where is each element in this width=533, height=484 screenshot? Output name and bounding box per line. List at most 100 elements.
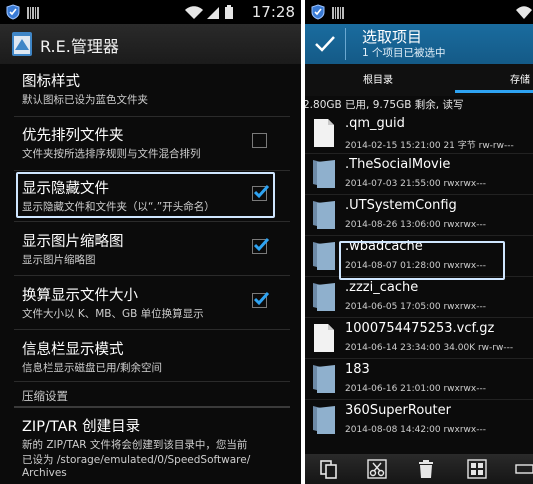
- file-name: .qm_guid: [345, 116, 405, 131]
- file-name: .zzzi_cache: [345, 280, 419, 295]
- app-logo-icon: [10, 30, 36, 62]
- shield-notification-icon: [311, 4, 325, 24]
- file-meta: 2014-07-03 21:55:00 rwxrwx---: [345, 179, 486, 189]
- folders-first-checkbox[interactable]: [252, 133, 267, 148]
- tab-storage[interactable]: 存储: [510, 71, 530, 86]
- delete-icon[interactable]: [417, 459, 435, 483]
- setting-subtitle: 信息栏显示磁盘已用/剩余空间: [22, 362, 163, 374]
- file-meta: 2014-06-05 17:05:00 rwxrwx---: [345, 302, 486, 312]
- setting-title: 显示图片缩略图: [22, 234, 124, 250]
- divider: [305, 317, 533, 318]
- folder-icon: [311, 199, 337, 235]
- status-bar: 17:28: [0, 0, 301, 24]
- list-item[interactable]: .zzzi_cache 2014-06-05 17:05:00 rwxrwx--…: [305, 278, 533, 318]
- list-item[interactable]: 1000754475253.vcf.gz 2014-06-14 23:34:00…: [305, 319, 533, 359]
- file-name: 183: [345, 362, 370, 377]
- separator: [345, 28, 346, 60]
- folder-icon: [311, 281, 337, 317]
- file-meta: 2014-06-16 21:01:00 rwxrwx---: [345, 384, 486, 394]
- setting-title: 换算显示文件大小: [22, 288, 138, 304]
- copy-icon[interactable]: [319, 459, 339, 483]
- setting-info-bar-mode[interactable]: 信息栏显示模式 信息栏显示磁盘已用/剩余空间: [0, 332, 301, 378]
- list-item[interactable]: 183 2014-06-16 21:01:00 rwxrwx---: [305, 360, 533, 400]
- setting-subtitle: 显示图片缩略图: [22, 254, 96, 266]
- file-name: 360SuperRouter: [345, 403, 451, 418]
- section-divider: [14, 406, 290, 408]
- setting-subtitle: 默认图标已设为蓝色文件夹: [22, 94, 148, 106]
- barcode-notification-icon: [26, 5, 40, 24]
- shield-notification-icon: [6, 4, 20, 24]
- tab-bar: 根目录 存储: [305, 64, 533, 96]
- list-item[interactable]: .qm_guid 2014-02-15 15:21:00 21 字节 rw-rw…: [305, 114, 533, 154]
- settings-screen: 17:28 R.E.管理器 图标样式 默认图标已设为蓝色文件夹 优先排列文件夹 …: [0, 0, 301, 484]
- file-meta: 2014-08-26 13:06:00 rwxrwx---: [345, 220, 486, 230]
- setting-subtitle: 文件大小以 K、MB、GB 单位换算显示: [22, 308, 204, 320]
- bottom-action-bar: [305, 454, 533, 484]
- divider: [305, 235, 533, 236]
- file-name: .UTSystemConfig: [345, 198, 457, 213]
- selection-count: 1 个项目已被选中: [362, 47, 446, 59]
- setting-convert-sizes[interactable]: 换算显示文件大小 文件大小以 K、MB、GB 单位换算显示: [0, 278, 301, 324]
- setting-subtitle-line1: 新的 ZIP/TAR 文件将会创建到该目录中，您当前: [22, 439, 248, 451]
- setting-subtitle: 文件夹按所选排序规则与文件混合排列: [22, 148, 201, 160]
- divider: [14, 275, 290, 276]
- storage-info: 2.80GB 已用, 9.75GB 剩余, 读写: [305, 99, 464, 111]
- folder-icon: [311, 158, 337, 194]
- setting-zip-directory[interactable]: ZIP/TAR 创建目录 新的 ZIP/TAR 文件将会创建到该目录中，您当前 …: [0, 410, 301, 482]
- file-icon: [313, 323, 335, 357]
- divider: [305, 399, 533, 400]
- setting-title: ZIP/TAR 创建目录: [22, 419, 141, 435]
- app-title: R.E.管理器: [40, 37, 119, 56]
- file-meta: 2014-02-15 15:21:00 21 字节 rw-rw---: [345, 141, 514, 151]
- selection-action-bar: 选取项目 1 个项目已被选中: [305, 24, 533, 64]
- setting-show-thumbnails[interactable]: 显示图片缩略图 显示图片缩略图: [0, 224, 301, 270]
- tab-root[interactable]: 根目录: [363, 71, 393, 86]
- wifi-icon: [515, 4, 533, 24]
- setting-folders-first[interactable]: 优先排列文件夹 文件夹按所选排序规则与文件混合排列: [0, 119, 301, 165]
- list-item[interactable]: .TheSocialMovie 2014-07-03 21:55:00 rwxr…: [305, 155, 533, 195]
- file-browser-screen: 选取项目 1 个项目已被选中 根目录 存储 2.80GB 已用, 9.75GB …: [305, 0, 533, 484]
- show-thumbnails-checkbox[interactable]: [252, 237, 270, 254]
- divider: [305, 194, 533, 195]
- setting-subtitle-line2: 已设为 /storage/emulated/0/SpeedSoftware/: [22, 454, 251, 466]
- section-header-compression: 压缩设置: [22, 389, 68, 403]
- divider: [14, 221, 290, 222]
- folder-icon: [311, 363, 337, 399]
- grid-view-icon[interactable]: [467, 459, 487, 483]
- done-check-icon[interactable]: [313, 32, 337, 60]
- app-bar: R.E.管理器: [0, 24, 301, 64]
- list-item[interactable]: 360SuperRouter 2014-08-08 14:42:00 rwxrw…: [305, 401, 533, 441]
- folder-icon: [311, 240, 337, 276]
- list-item[interactable]: .UTSystemConfig 2014-08-26 13:06:00 rwxr…: [305, 196, 533, 236]
- divider: [14, 116, 290, 117]
- storage-info-bar: 2.80GB 已用, 9.75GB 剩余, 读写: [305, 96, 533, 114]
- divider: [14, 329, 290, 330]
- selection-title: 选取项目: [362, 28, 423, 46]
- check-mark-icon: [253, 237, 270, 252]
- file-name: .TheSocialMovie: [345, 157, 451, 172]
- setting-title: 图标样式: [22, 74, 80, 90]
- setting-subtitle-line3: Archives: [22, 467, 67, 479]
- divider: [14, 170, 290, 171]
- divider: [305, 153, 533, 154]
- divider: [305, 358, 533, 359]
- status-bar: [305, 0, 533, 24]
- folder-icon: [311, 404, 337, 440]
- setting-title: 优先排列文件夹: [22, 128, 124, 144]
- status-time: 17:28: [251, 3, 295, 21]
- signal-icons: [183, 4, 239, 24]
- file-meta: 2014-08-08 14:42:00 rwxrwx---: [345, 425, 486, 435]
- setting-icon-style[interactable]: 图标样式 默认图标已设为蓝色文件夹: [0, 64, 301, 108]
- tab-indicator: [455, 90, 533, 93]
- file-icon: [313, 118, 335, 152]
- selection-highlight: [16, 172, 275, 218]
- more-icon[interactable]: [515, 459, 533, 483]
- selection-highlight: [339, 241, 505, 280]
- file-meta: 2014-06-14 23:34:00 34.00K rw-rw---: [345, 343, 514, 353]
- barcode-notification-icon: [331, 5, 345, 24]
- convert-sizes-checkbox[interactable]: [252, 291, 270, 308]
- setting-title: 信息栏显示模式: [22, 342, 124, 358]
- file-name: 1000754475253.vcf.gz: [345, 321, 495, 336]
- divider: [14, 381, 290, 382]
- cut-icon[interactable]: [367, 459, 387, 483]
